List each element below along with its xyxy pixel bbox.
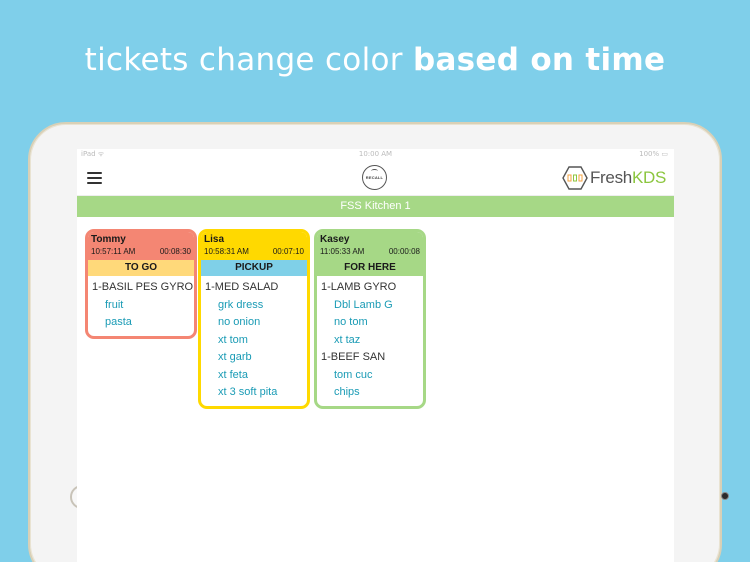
ticket-header: Lisa 10:58:31 AM 00:07:10 xyxy=(201,232,307,260)
ticket-elapsed-time: 00:00:08 xyxy=(388,247,420,256)
ticket-item[interactable]: 1-MED SALAD xyxy=(205,279,307,297)
status-battery: 100% ▭ xyxy=(639,150,668,158)
hexagon-logo-icon xyxy=(562,166,588,190)
item-modifier: chips xyxy=(334,386,360,398)
item-modifier: xt garb xyxy=(218,351,252,363)
ticket-card[interactable]: Kasey 11:05:33 AM 00:00:08 FOR HERE 1-LAMB G… xyxy=(314,229,426,409)
app-screen: iPad ᯤ 10:00 AM 100% ▭ RECALL FreshKDS F… xyxy=(77,149,674,562)
ticket-card[interactable]: Tommy 10:57:11 AM 00:08:30 TO GO 1-BASIL PES… xyxy=(85,229,197,339)
recall-label: RECALL xyxy=(365,175,384,180)
nav-bar: RECALL FreshKDS xyxy=(77,159,674,196)
headline: tickets change color based on time xyxy=(0,42,750,78)
item-modifier: Dbl Lamb G xyxy=(334,298,393,311)
brand-suffix: KDS xyxy=(631,168,666,187)
hamburger-menu-icon[interactable] xyxy=(87,172,102,184)
brand-prefix: Fresh xyxy=(589,168,632,187)
item-modifier: pasta xyxy=(105,316,132,328)
item-modifier: xt tom xyxy=(218,333,248,346)
headline-normal: tickets change color xyxy=(84,42,413,78)
status-time: 10:00 AM xyxy=(358,150,393,158)
ticket-items: 1-LAMB GYRO Dbl Lamb G no tom xt taz 1-BEEF … xyxy=(317,276,423,406)
ticket-item[interactable]: 1-BEEF SAN xyxy=(321,349,423,367)
ticket-times: 10:57:11 AM 00:08:30 xyxy=(91,247,191,256)
ticket-order-time: 10:57:11 AM xyxy=(91,247,136,256)
ticket-header: Kasey 11:05:33 AM 00:00:08 xyxy=(317,232,423,260)
ticket-elapsed-time: 00:08:30 xyxy=(159,247,191,256)
ticket-items: 1-MED SALAD grk dress no onion xt tom xt gar… xyxy=(201,276,307,406)
ticket-order-time: 11:05:33 AM xyxy=(320,247,365,256)
item-modifier: no onion xyxy=(218,316,261,328)
item-modifier: no tom xyxy=(334,316,368,328)
item-modifier: xt feta xyxy=(218,368,248,381)
ticket-order-type: TO GO xyxy=(88,260,194,276)
item-modifier: tom cuc xyxy=(334,368,373,381)
brand-name: FreshKDS xyxy=(590,168,666,188)
ticket-customer-name: Tommy xyxy=(91,234,126,245)
status-bar: iPad ᯤ 10:00 AM 100% ▭ xyxy=(77,149,674,159)
ticket-order-time: 10:58:31 AM xyxy=(204,247,249,256)
item-modifier: xt 3 soft pita xyxy=(218,386,278,398)
ticket-card[interactable]: Lisa 10:58:31 AM 00:07:10 PICKUP 1-MED SALAD… xyxy=(198,229,310,409)
ticket-times: 10:58:31 AM 00:07:10 xyxy=(204,247,304,256)
ticket-items: 1-BASIL PES GYRO fruit pasta xyxy=(88,276,194,336)
recall-button[interactable]: RECALL xyxy=(362,165,387,190)
ticket-order-type: FOR HERE xyxy=(317,260,423,276)
item-modifier: xt taz xyxy=(334,333,361,346)
item-modifier: fruit xyxy=(105,298,124,311)
ticket-header: Tommy 10:57:11 AM 00:08:30 xyxy=(88,232,194,260)
ticket-item[interactable]: 1-BASIL PES GYRO xyxy=(92,279,194,297)
ticket-item[interactable]: 1-LAMB GYRO xyxy=(321,279,423,297)
ticket-customer-name: Kasey xyxy=(320,234,350,245)
kitchen-title-bar: FSS Kitchen 1 xyxy=(77,196,674,217)
headline-bold: based on time xyxy=(412,42,666,78)
freshkds-logo: FreshKDS xyxy=(562,165,666,191)
ticket-times: 11:05:33 AM 00:00:08 xyxy=(320,247,420,256)
ticket-elapsed-time: 00:07:10 xyxy=(272,247,304,256)
camera-icon xyxy=(721,492,729,500)
item-modifier: grk dress xyxy=(218,298,264,311)
ticket-order-type: PICKUP xyxy=(201,260,307,276)
ticket-customer-name: Lisa xyxy=(204,234,225,245)
